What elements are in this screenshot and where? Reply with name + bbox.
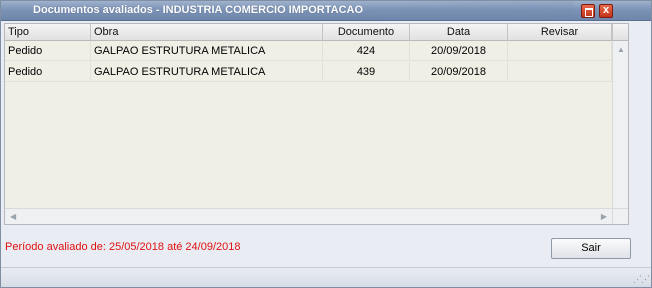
column-header-tipo[interactable]: Tipo — [5, 24, 91, 41]
exit-button[interactable]: Sair — [551, 238, 631, 259]
table-header: Tipo Obra Documento Data Revisar — [5, 24, 612, 41]
header-corner — [612, 24, 628, 41]
cell-obra: GALPAO ESTRUTURA METALICA — [91, 41, 323, 61]
horizontal-scrollbar[interactable]: ◀ ▶ — [5, 208, 612, 224]
period-label: Período avaliado de: 25/05/2018 até 24/0… — [5, 241, 241, 253]
cell-documento: 424 — [323, 41, 410, 61]
cell-revisar[interactable] — [508, 62, 612, 82]
cell-obra: GALPAO ESTRUTURA METALICA — [91, 62, 323, 82]
cell-tipo: Pedido — [5, 62, 91, 82]
resize-grip-icon[interactable]: ⋰⋰ — [633, 274, 650, 285]
scroll-corner — [612, 208, 628, 224]
maximize-icon[interactable] — [581, 4, 595, 18]
cell-documento: 439 — [323, 62, 410, 82]
table-row[interactable]: Pedido GALPAO ESTRUTURA METALICA 439 20/… — [5, 62, 612, 82]
title-fade — [363, 1, 573, 21]
scroll-right-icon[interactable]: ▶ — [601, 212, 607, 221]
column-header-obra[interactable]: Obra — [91, 24, 323, 41]
column-header-data[interactable]: Data — [410, 24, 508, 41]
documents-table: Tipo Obra Documento Data Revisar Pedido … — [4, 23, 629, 225]
cell-tipo: Pedido — [5, 41, 91, 61]
status-bar: ⋰⋰ — [1, 267, 651, 287]
title-bar[interactable]: Documentos avaliados - INDUSTRIA COMERCI… — [1, 1, 651, 21]
vertical-scrollbar[interactable]: ▲ ▼ — [612, 41, 628, 224]
column-header-revisar[interactable]: Revisar — [508, 24, 612, 41]
window-title: Documentos avaliados - INDUSTRIA COMERCI… — [33, 4, 363, 16]
close-icon[interactable] — [599, 4, 613, 18]
cell-data: 20/09/2018 — [410, 41, 508, 61]
table-row[interactable]: Pedido GALPAO ESTRUTURA METALICA 424 20/… — [5, 41, 612, 61]
scroll-up-icon[interactable]: ▲ — [617, 45, 625, 54]
cell-data: 20/09/2018 — [410, 62, 508, 82]
documents-window: Documentos avaliados - INDUSTRIA COMERCI… — [0, 0, 652, 288]
cell-revisar[interactable] — [508, 41, 612, 61]
column-header-documento[interactable]: Documento — [323, 24, 410, 41]
scroll-left-icon[interactable]: ◀ — [10, 212, 16, 221]
